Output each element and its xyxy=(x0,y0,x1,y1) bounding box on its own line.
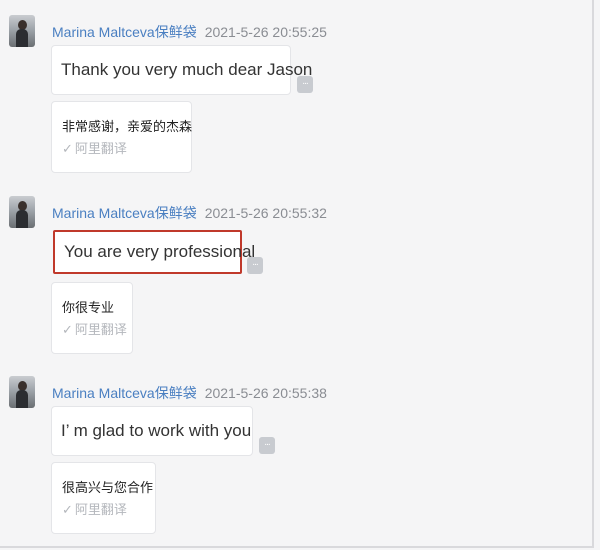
check-icon: ✓ xyxy=(62,142,73,157)
more-options-button[interactable]: ... xyxy=(259,437,275,454)
check-icon: ✓ xyxy=(62,503,73,518)
translation-source: ✓ 阿里翻译 xyxy=(62,503,127,518)
message-header: Marina Maltceva保鲜袋 2021-5-26 20:55:32 xyxy=(52,203,327,223)
message-header: Marina Maltceva保鲜袋 2021-5-26 20:55:25 xyxy=(52,22,327,42)
message-bubble[interactable]: I’ m glad to work with you xyxy=(51,406,253,456)
translation-box: 你很专业 ✓ 阿里翻译 xyxy=(51,282,133,354)
avatar[interactable] xyxy=(9,376,35,408)
message-header: Marina Maltceva保鲜袋 2021-5-26 20:55:38 xyxy=(52,383,327,403)
sender-name[interactable]: Marina Maltceva保鲜袋 xyxy=(52,385,197,401)
message-timestamp: 2021-5-26 20:55:38 xyxy=(204,385,327,401)
message-timestamp: 2021-5-26 20:55:32 xyxy=(204,205,327,221)
avatar[interactable] xyxy=(9,196,35,228)
sender-name[interactable]: Marina Maltceva保鲜袋 xyxy=(52,24,197,40)
translation-source: ✓ 阿里翻译 xyxy=(62,323,127,338)
translation-text: 非常感谢，亲爱的杰森 xyxy=(62,120,193,135)
avatar[interactable] xyxy=(9,15,35,47)
message-timestamp: 2021-5-26 20:55:25 xyxy=(204,24,327,40)
message-bubble[interactable]: Thank you very much dear Jason xyxy=(51,45,312,95)
message-bubble[interactable]: You are very professional xyxy=(53,230,255,274)
translation-text: 很高兴与您合作 xyxy=(62,481,154,496)
translation-source: ✓ 阿里翻译 xyxy=(62,142,127,157)
translation-text: 你很专业 xyxy=(62,301,115,316)
more-options-button[interactable]: ... xyxy=(247,257,263,274)
sender-name[interactable]: Marina Maltceva保鲜袋 xyxy=(52,205,197,221)
more-options-button[interactable]: ... xyxy=(297,76,313,93)
translation-box: 非常感谢，亲爱的杰森 ✓ 阿里翻译 xyxy=(51,101,192,173)
check-icon: ✓ xyxy=(62,323,73,338)
chat-panel: Marina Maltceva保鲜袋 2021-5-26 20:55:25 Tha… xyxy=(0,0,594,548)
translation-box: 很高兴与您合作 ✓ 阿里翻译 xyxy=(51,462,156,534)
